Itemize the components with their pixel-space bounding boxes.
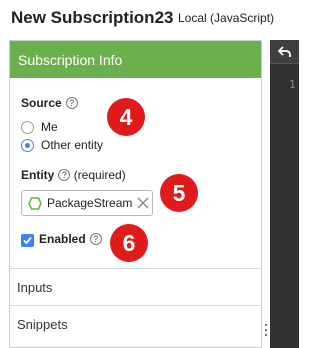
checkmark-icon: [23, 236, 32, 245]
language-context: Local (JavaScript): [178, 11, 275, 25]
panel-resize-handle[interactable]: [263, 320, 269, 348]
section-inputs-label: Inputs: [17, 280, 53, 295]
enabled-checkbox[interactable]: [21, 234, 34, 247]
close-icon[interactable]: [136, 194, 150, 212]
subscription-panel: Subscription Info Source? Me Other entit…: [9, 40, 262, 348]
entity-selector[interactable]: PackageStream: [21, 190, 153, 216]
subscription-info-header[interactable]: Subscription Info: [10, 41, 261, 78]
section-inputs[interactable]: Inputs: [10, 268, 261, 305]
editor-gutter: 1: [270, 64, 299, 348]
radio-me[interactable]: [21, 121, 34, 134]
subscription-info-title: Subscription Info: [18, 52, 123, 68]
question-circle-icon[interactable]: ?: [89, 233, 102, 245]
step-badge: 5: [160, 174, 198, 212]
app-root: New Subscription23 Local (JavaScript) Su…: [0, 0, 299, 348]
step-badge: 4: [107, 98, 145, 136]
undo-icon[interactable]: [278, 45, 291, 58]
section-snippets[interactable]: Snippets: [10, 305, 261, 342]
step-badge: 6: [110, 224, 148, 262]
hexagon-icon: [28, 197, 42, 210]
entity-value: PackageStream: [47, 196, 133, 210]
radio-me-label: Me: [41, 120, 58, 134]
code-editor[interactable]: 1: [270, 40, 299, 348]
source-field-label: Source?: [21, 96, 78, 110]
radio-other-entity-label: Other entity: [41, 138, 104, 152]
enabled-field-label: Enabled?: [39, 232, 102, 246]
editor-toolbar: [270, 40, 299, 64]
radio-other-entity[interactable]: [21, 139, 34, 152]
entity-field-label: Entity? (required): [21, 168, 126, 182]
section-snippets-label: Snippets: [17, 317, 68, 332]
source-label: Source: [21, 96, 62, 110]
title-bar: New Subscription23 Local (JavaScript): [0, 0, 299, 40]
question-circle-icon[interactable]: ?: [65, 97, 78, 109]
entity-label: Entity: [21, 168, 55, 182]
enabled-label[interactable]: Enabled: [39, 232, 86, 246]
required-text: (required): [73, 168, 126, 182]
subscription-title[interactable]: New Subscription23: [11, 8, 173, 28]
question-circle-icon[interactable]: ?: [58, 169, 71, 181]
line-number: 1: [289, 78, 296, 91]
